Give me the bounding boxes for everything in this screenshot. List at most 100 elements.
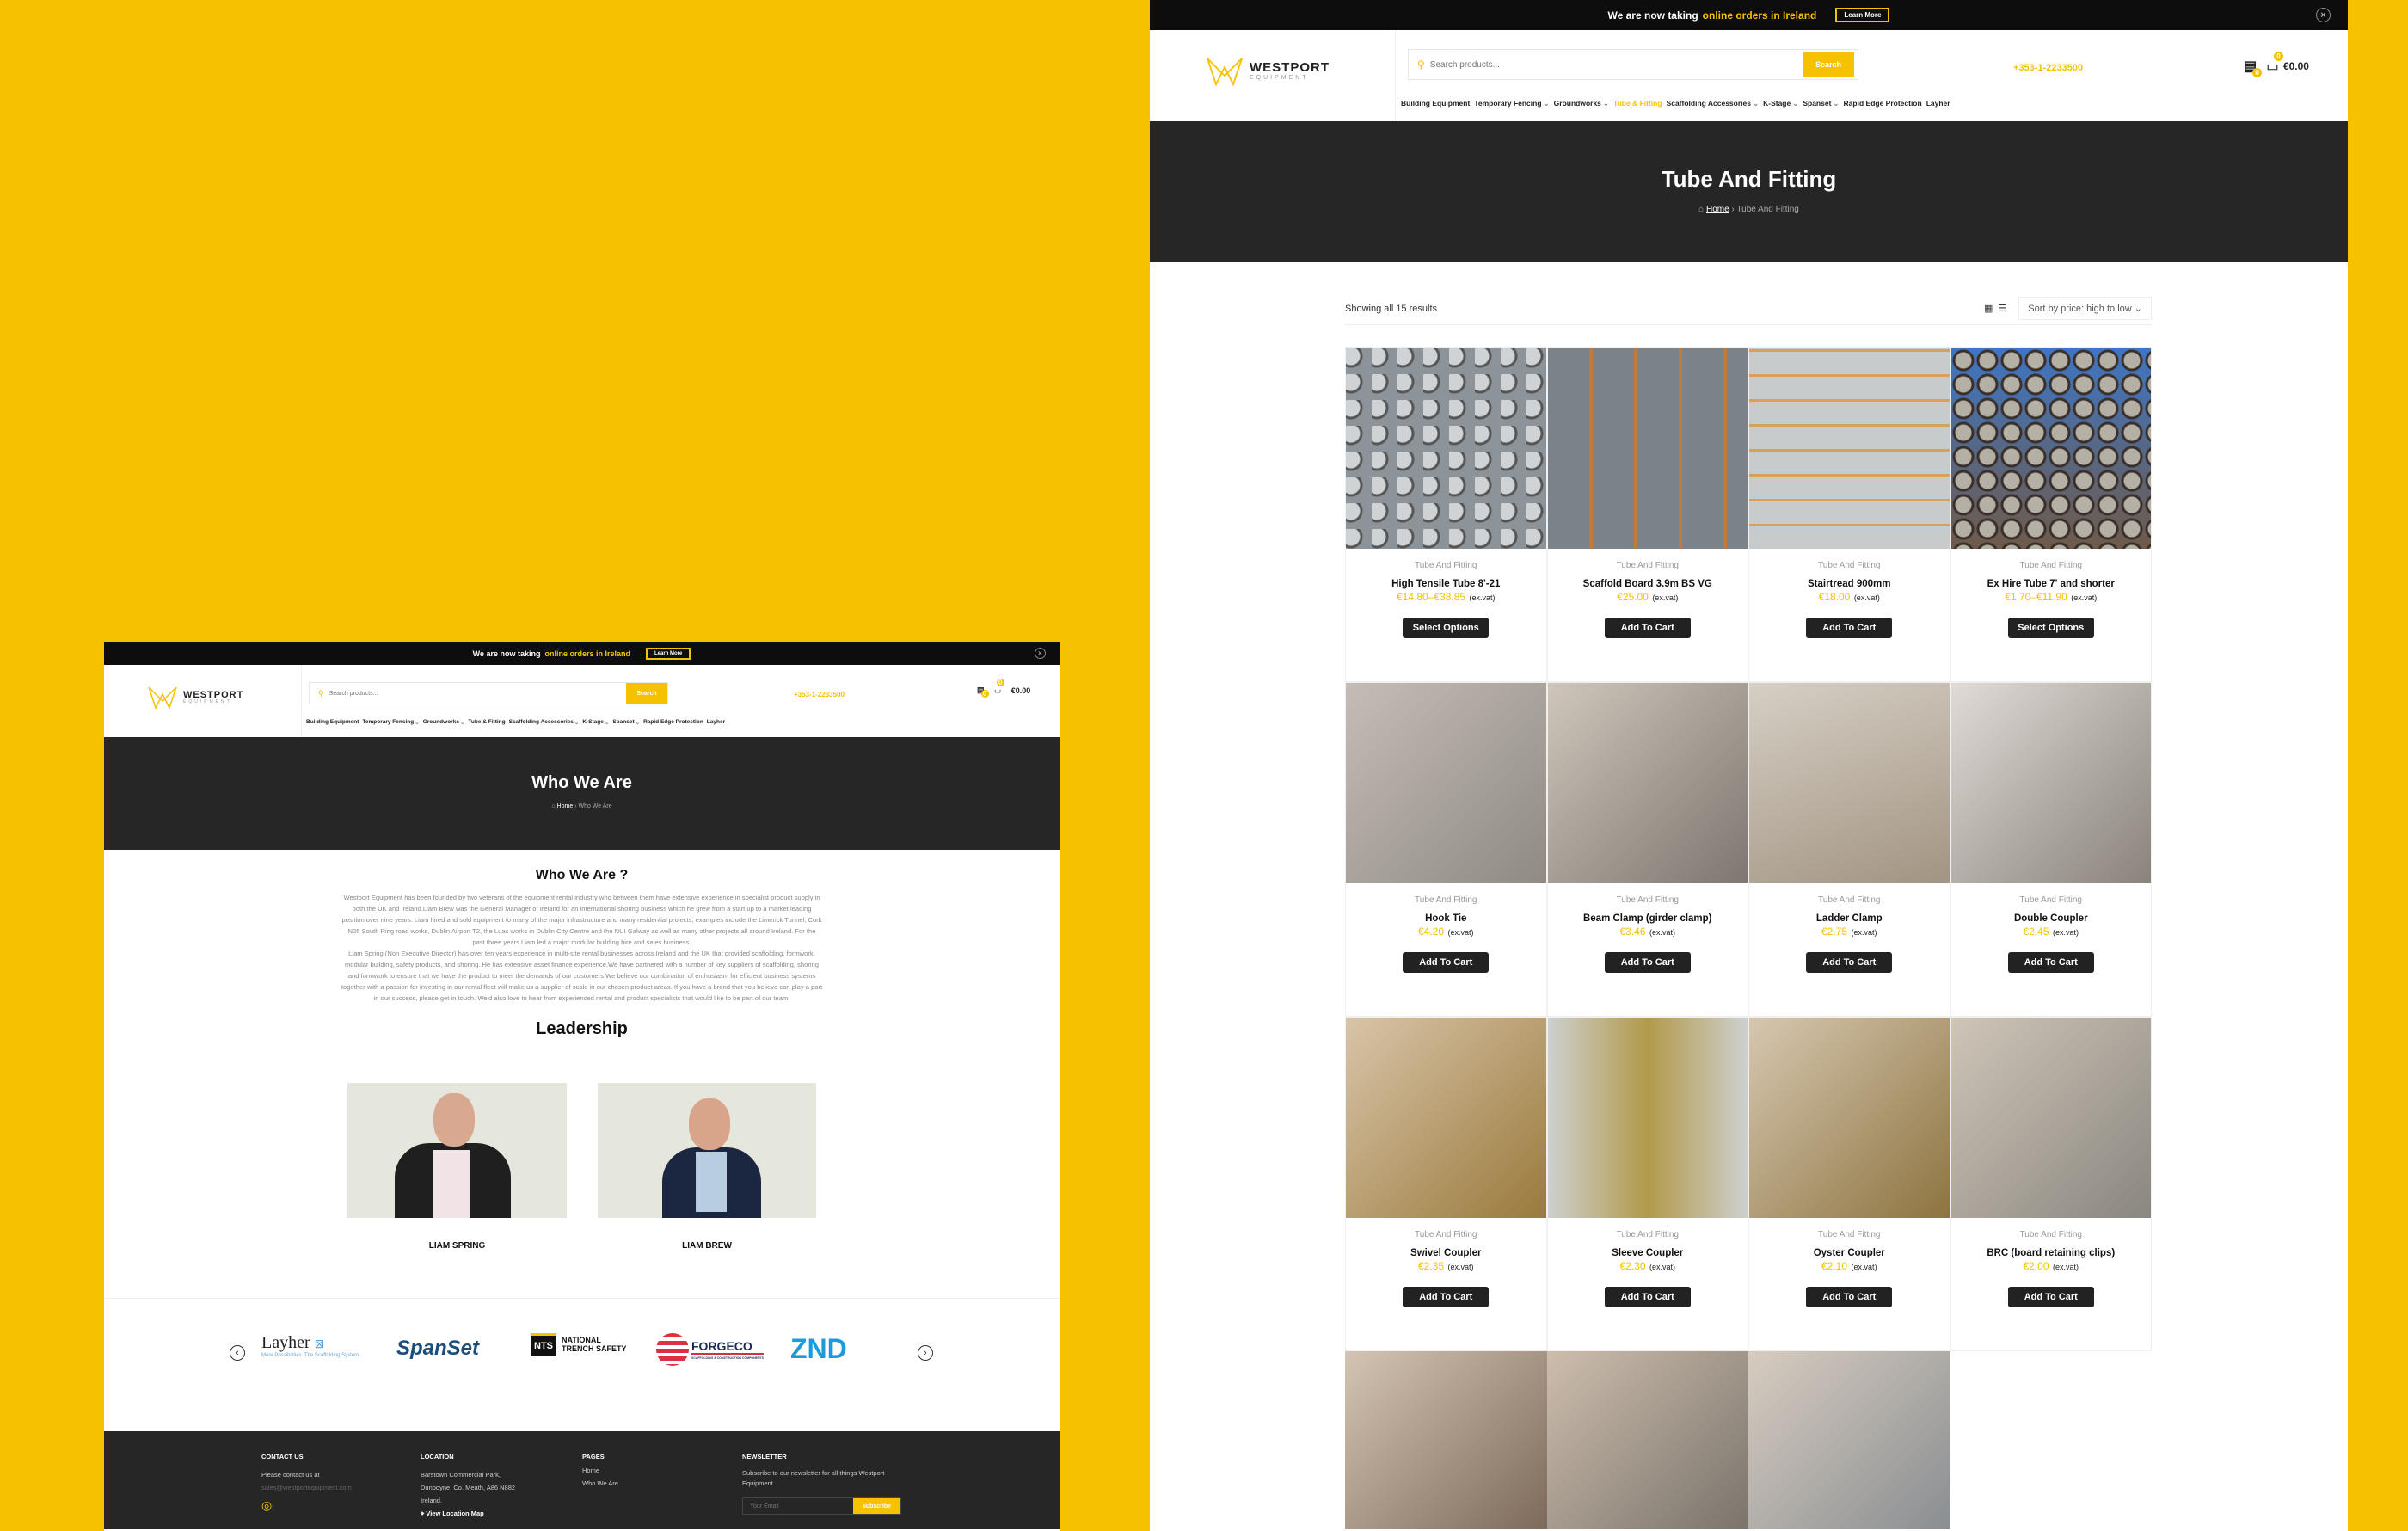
nav-item[interactable]: Spanset [1803,99,1831,108]
product-image[interactable] [1748,1351,1950,1529]
subscribe-button[interactable]: subscribe [853,1498,900,1514]
product-action-button[interactable]: Select Options [1403,618,1490,638]
partner-logo-forgeco[interactable]: FORGECO SCAFFOLDING & CONSTRUCTION COMPON… [656,1333,764,1366]
partner-logo-layher[interactable]: Layher ⊠ More Possibilities. The Scaffold… [261,1333,360,1358]
product-name[interactable]: Swivel Coupler [1346,1248,1546,1258]
phone-number[interactable]: +353-1-2233500 [794,691,845,698]
product-image[interactable] [1346,683,1546,883]
product-image[interactable] [1950,1018,2151,1218]
nav-item[interactable]: Building Equipment [1401,99,1470,108]
product-category[interactable]: Tube And Fitting [1346,561,1546,570]
nav-item[interactable]: K-Stage [1763,99,1791,108]
cart-total[interactable]: €0.00 [1011,686,1031,695]
product-category[interactable]: Tube And Fitting [1951,1230,2152,1239]
partner-logo-spanset[interactable]: SpanSet [396,1337,479,1361]
product-name[interactable]: High Tensile Tube 8'-21 [1346,579,1546,589]
product-image[interactable] [1950,348,2151,549]
product-category[interactable]: Tube And Fitting [1951,895,2152,905]
product-category[interactable]: Tube And Fitting [1548,561,1748,570]
product-category[interactable]: Tube And Fitting [1749,1230,1950,1239]
carousel-next-arrow-icon[interactable]: › [918,1345,933,1361]
sort-select[interactable]: Sort by price: high to low ⌄ [2018,297,2152,320]
product-image[interactable] [1547,348,1748,549]
product-action-button[interactable]: Add To Cart [2007,952,2094,973]
product-image[interactable] [1547,1018,1748,1218]
footer-link-who-we-are[interactable]: Who We Are [582,1477,618,1490]
wishlist-icon[interactable]: ▤ 0 [2244,58,2263,77]
partner-logo-znd[interactable]: ZND [790,1333,847,1365]
product-category[interactable]: Tube And Fitting [1548,1230,1748,1239]
nav-item[interactable]: Temporary Fencing [1474,99,1541,108]
product-action-button[interactable]: Add To Cart [1806,952,1893,973]
product-action-button[interactable]: Add To Cart [1403,952,1490,973]
product-name[interactable]: Sleeve Coupler [1548,1248,1748,1258]
nav-item[interactable]: K-Stage [582,719,604,726]
close-circle-icon[interactable]: × [1035,648,1046,659]
product-category[interactable]: Tube And Fitting [1749,561,1950,570]
footer-link-home[interactable]: Home [582,1464,618,1477]
carousel-prev-arrow-icon[interactable]: ‹ [230,1345,245,1361]
list-view-icon[interactable]: ☰ [1998,303,2006,314]
cart-basket-icon[interactable]: ⌴ 0 [995,679,1004,695]
cart-total[interactable]: €0.00 [2283,60,2309,72]
nav-item[interactable]: Building Equipment [306,719,359,726]
nav-item[interactable]: Groundworks [1554,99,1601,108]
product-image[interactable] [1950,683,2151,883]
product-name[interactable]: Oyster Coupler [1749,1248,1950,1258]
product-name[interactable]: Hook Tie [1346,913,1546,924]
product-action-button[interactable]: Add To Cart [1806,618,1893,638]
product-category[interactable]: Tube And Fitting [1548,895,1748,905]
product-category[interactable]: Tube And Fitting [1346,1230,1546,1239]
nav-item[interactable]: Tube & Fitting [468,719,505,726]
learn-more-button[interactable]: Learn More [1835,8,1890,22]
product-action-button[interactable]: Select Options [2007,618,2094,638]
product-name[interactable]: Ladder Clamp [1749,913,1950,924]
product-category[interactable]: Tube And Fitting [1346,895,1546,905]
logo[interactable]: WESTPORT EQUIPMENT [147,684,243,711]
product-image[interactable] [1546,1351,1748,1529]
product-image[interactable] [1346,1018,1546,1218]
nav-item[interactable]: Rapid Edge Protection [1844,99,1922,108]
nav-item[interactable]: Layher [707,719,725,726]
product-action-button[interactable]: Add To Cart [2007,1287,2094,1307]
product-image[interactable] [1547,683,1748,883]
nav-item[interactable]: Scaffolding Accessories [509,719,574,726]
breadcrumb-home[interactable]: Home [557,803,574,809]
product-image[interactable] [1346,348,1546,549]
product-category[interactable]: Tube And Fitting [1951,561,2152,570]
newsletter-email-input[interactable] [743,1498,853,1514]
nav-item[interactable]: Layher [1926,99,1950,108]
partner-logo-nts[interactable]: NTS NATIONAL TRENCH SAFETY [531,1333,629,1356]
search-button[interactable]: Search [626,683,667,704]
contact-email-link[interactable]: sales@westportequipment.com [261,1481,352,1494]
nav-item[interactable]: Rapid Edge Protection [643,719,703,726]
nav-item[interactable]: Temporary Fencing [362,719,414,726]
nav-item[interactable]: Scaffolding Accessories [1667,99,1751,108]
product-action-button[interactable]: Add To Cart [1403,1287,1490,1307]
phone-number[interactable]: +353-1-2233500 [2013,63,2083,73]
product-action-button[interactable]: Add To Cart [1806,1287,1893,1307]
product-category[interactable]: Tube And Fitting [1749,895,1950,905]
product-image[interactable] [1749,348,1950,549]
product-name[interactable]: Scaffold Board 3.9m BS VG [1548,579,1748,589]
product-name[interactable]: Ex Hire Tube 7' and shorter [1951,579,2152,589]
close-circle-icon[interactable]: × [2316,8,2331,22]
nav-item[interactable]: Spanset [612,719,634,726]
search-input[interactable] [329,690,626,697]
product-name[interactable]: Beam Clamp (girder clamp) [1548,913,1748,924]
product-name[interactable]: Double Coupler [1951,913,2152,924]
product-image[interactable] [1749,1018,1950,1218]
product-action-button[interactable]: Add To Cart [1604,1287,1691,1307]
search-input[interactable] [1429,59,1803,70]
nav-item[interactable]: Tube & Fitting [1613,99,1662,108]
wishlist-icon[interactable]: ▤ 0 [977,686,989,698]
cart-basket-icon[interactable]: ⌴ 0 [2267,52,2283,74]
product-action-button[interactable]: Add To Cart [1604,952,1691,973]
search-button[interactable]: Search [1803,52,1854,77]
view-location-map-link[interactable]: ⌖ View Location Map [421,1507,515,1520]
grid-view-icon[interactable]: ▦ [1984,303,1993,314]
product-image[interactable] [1749,683,1950,883]
product-image[interactable] [1345,1351,1547,1529]
product-action-button[interactable]: Add To Cart [1604,618,1691,638]
logo[interactable]: WESTPORT EQUIPMENT [1205,54,1330,89]
